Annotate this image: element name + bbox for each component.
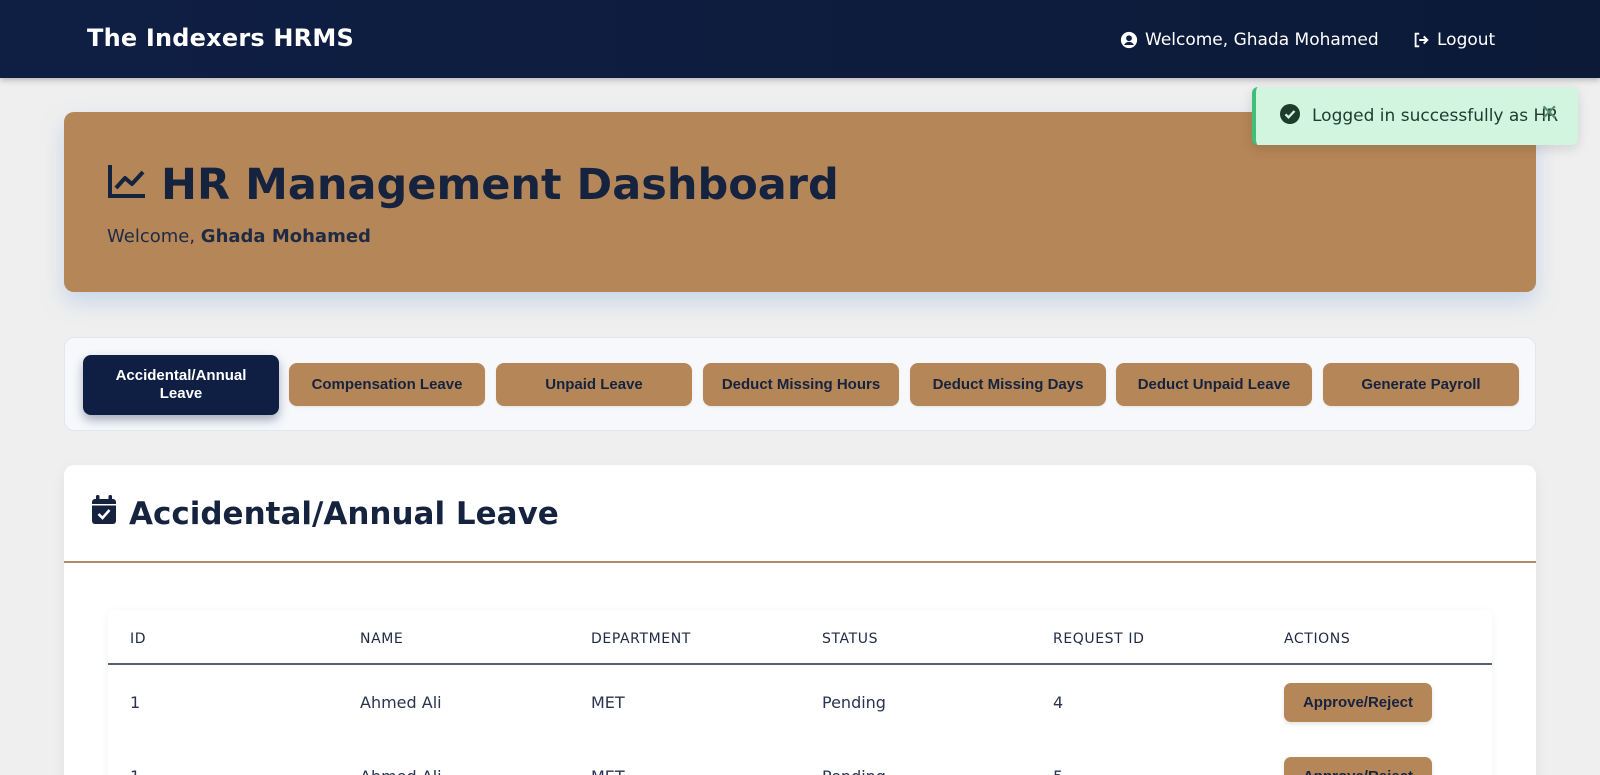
approve-reject-button[interactable]: Approve/Reject <box>1284 683 1432 722</box>
success-toast: Logged in successfully as HR ✕ <box>1252 87 1578 145</box>
column-header-id: ID <box>130 631 147 647</box>
tab-unpaid-leave[interactable]: Unpaid Leave <box>496 363 692 406</box>
leave-requests-card: Accidental/Annual Leave ID NAME DEPARTME… <box>64 465 1536 775</box>
user-circle-icon <box>1120 31 1138 49</box>
check-circle-icon <box>1280 103 1300 129</box>
cell-department: MET <box>591 693 625 712</box>
column-header-actions: ACTIONS <box>1284 631 1351 647</box>
table-row: 1 Ahmed Ali MET Pending 4 Approve/Reject <box>108 665 1492 739</box>
tab-compensation-leave[interactable]: Compensation Leave <box>289 363 485 406</box>
tab-generate-payroll[interactable]: Generate Payroll <box>1323 363 1519 406</box>
calendar-check-icon <box>91 495 117 533</box>
hero-welcome-prefix: Welcome, <box>107 226 196 247</box>
hero-user-name: Ghada Mohamed <box>200 226 371 247</box>
column-header-request-id: REQUEST ID <box>1053 631 1145 647</box>
cell-status: Pending <box>822 693 886 712</box>
approve-reject-button[interactable]: Approve/Reject <box>1284 757 1432 775</box>
nav-welcome: Welcome, Ghada Mohamed <box>1120 30 1379 50</box>
column-header-name: NAME <box>360 631 404 647</box>
cell-request-id: 5 <box>1053 767 1063 775</box>
cell-id: 1 <box>130 693 141 712</box>
page-title-text: HR Management Dashboard <box>161 160 839 210</box>
tab-accidental-annual-leave[interactable]: Accidental/Annual Leave <box>83 355 279 415</box>
tab-bar: Accidental/Annual Leave Compensation Lea… <box>64 337 1536 431</box>
logout-icon <box>1412 31 1430 49</box>
tab-deduct-unpaid-leave[interactable]: Deduct Unpaid Leave <box>1116 363 1312 406</box>
table-row: 1 Ahmed Ali MET Pending 5 Approve/Reject <box>108 739 1492 775</box>
tab-deduct-missing-days[interactable]: Deduct Missing Days <box>910 363 1106 406</box>
cell-status: Pending <box>822 767 886 775</box>
logout-label: Logout <box>1437 30 1496 50</box>
hero-welcome: Welcome, Ghada Mohamed <box>107 226 371 247</box>
brand-title[interactable]: The Indexers HRMS <box>87 24 354 52</box>
logout-link[interactable]: Logout <box>1412 30 1495 50</box>
cell-department: MET <box>591 767 625 775</box>
section-divider <box>64 561 1536 563</box>
section-title-text: Accidental/Annual Leave <box>129 496 559 532</box>
page-title: HR Management Dashboard <box>107 160 839 210</box>
column-header-status: STATUS <box>822 631 879 647</box>
toast-message: Logged in successfully as HR <box>1312 106 1559 126</box>
cell-name: Ahmed Ali <box>360 693 442 712</box>
cell-id: 1 <box>130 767 140 775</box>
close-icon[interactable]: ✕ <box>1540 101 1558 126</box>
cell-request-id: 4 <box>1053 693 1064 712</box>
column-header-department: DEPARTMENT <box>591 631 691 647</box>
tab-deduct-missing-hours[interactable]: Deduct Missing Hours <box>703 363 899 406</box>
cell-name: Ahmed Ali <box>360 767 442 775</box>
leave-requests-table: ID NAME DEPARTMENT STATUS REQUEST ID ACT… <box>108 610 1492 775</box>
nav-welcome-text: Welcome, Ghada Mohamed <box>1145 30 1379 50</box>
table-header: ID NAME DEPARTMENT STATUS REQUEST ID ACT… <box>108 610 1492 665</box>
section-title: Accidental/Annual Leave <box>91 495 559 533</box>
chart-line-icon <box>107 160 147 210</box>
top-navbar: The Indexers HRMS Welcome, Ghada Mohamed… <box>0 0 1600 78</box>
